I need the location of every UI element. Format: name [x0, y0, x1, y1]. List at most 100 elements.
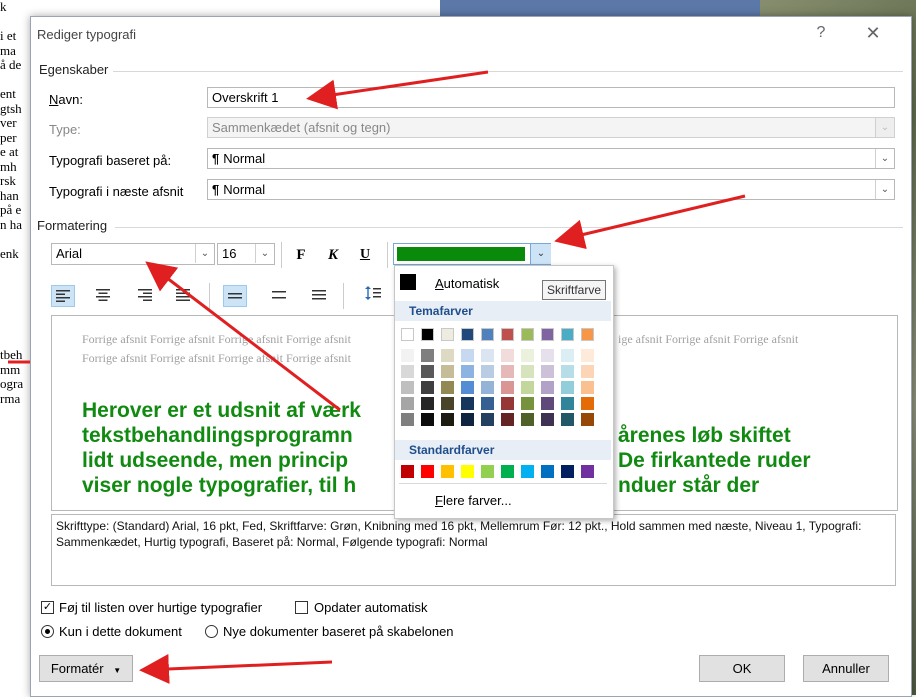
- close-button[interactable]: ✕: [863, 23, 883, 44]
- theme-color-swatch[interactable]: [401, 328, 414, 341]
- theme-shade-swatch[interactable]: [581, 349, 594, 362]
- theme-shade-swatch[interactable]: [421, 397, 434, 410]
- theme-shade-swatch[interactable]: [501, 397, 514, 410]
- italic-button[interactable]: K: [321, 244, 345, 266]
- theme-shade-swatch[interactable]: [541, 397, 554, 410]
- theme-color-swatch[interactable]: [581, 328, 594, 341]
- automatic-color-option[interactable]: Automatisk: [435, 276, 499, 291]
- theme-shade-swatch[interactable]: [521, 397, 534, 410]
- theme-shade-swatch[interactable]: [401, 381, 414, 394]
- auto-update-checkbox[interactable]: [295, 601, 308, 614]
- font-select[interactable]: Arial ⌄: [51, 243, 215, 265]
- bold-button[interactable]: F: [289, 244, 313, 266]
- theme-shade-swatch[interactable]: [581, 381, 594, 394]
- theme-shade-swatch[interactable]: [541, 349, 554, 362]
- theme-shade-swatch[interactable]: [561, 365, 574, 378]
- align-left-button[interactable]: [51, 285, 75, 307]
- standard-color-swatch[interactable]: [401, 465, 414, 478]
- theme-shade-swatch[interactable]: [421, 349, 434, 362]
- theme-shade-swatch[interactable]: [501, 365, 514, 378]
- theme-shade-swatch[interactable]: [461, 397, 474, 410]
- theme-shade-swatch[interactable]: [561, 381, 574, 394]
- theme-shade-swatch[interactable]: [501, 349, 514, 362]
- theme-shade-swatch[interactable]: [441, 397, 454, 410]
- theme-shade-swatch[interactable]: [481, 365, 494, 378]
- theme-color-swatch[interactable]: [481, 328, 494, 341]
- help-button[interactable]: ?: [811, 24, 831, 42]
- underline-button[interactable]: U: [353, 244, 377, 266]
- theme-shade-swatch[interactable]: [581, 365, 594, 378]
- standard-color-swatch[interactable]: [481, 465, 494, 478]
- font-color-picker[interactable]: ⌄: [393, 243, 551, 265]
- theme-color-swatch[interactable]: [421, 328, 434, 341]
- align-right-button[interactable]: [133, 285, 157, 307]
- theme-shade-swatch[interactable]: [401, 413, 414, 426]
- theme-shade-swatch[interactable]: [481, 349, 494, 362]
- paragraph-spacing-button[interactable]: [361, 285, 385, 307]
- one-half-spacing-button[interactable]: [267, 285, 291, 307]
- standard-color-swatch[interactable]: [421, 465, 434, 478]
- theme-shade-swatch[interactable]: [561, 397, 574, 410]
- standard-color-swatch[interactable]: [541, 465, 554, 478]
- more-colors-option[interactable]: Flere farver...: [435, 493, 512, 508]
- theme-shade-swatch[interactable]: [561, 349, 574, 362]
- double-spacing-button[interactable]: [307, 285, 331, 307]
- theme-shade-swatch[interactable]: [441, 349, 454, 362]
- theme-color-swatch[interactable]: [441, 328, 454, 341]
- theme-shade-swatch[interactable]: [581, 397, 594, 410]
- theme-shade-swatch[interactable]: [501, 381, 514, 394]
- theme-shade-swatch[interactable]: [481, 397, 494, 410]
- quick-list-checkbox[interactable]: ✓: [41, 601, 54, 614]
- theme-color-swatch[interactable]: [521, 328, 534, 341]
- theme-shade-swatch[interactable]: [441, 381, 454, 394]
- theme-shade-swatch[interactable]: [401, 365, 414, 378]
- name-field[interactable]: Overskrift 1: [207, 87, 895, 108]
- format-menu-button[interactable]: Formatér ▼: [39, 655, 133, 682]
- automatic-color-swatch[interactable]: [400, 274, 416, 290]
- standard-color-swatch[interactable]: [461, 465, 474, 478]
- theme-shade-swatch[interactable]: [441, 365, 454, 378]
- theme-color-swatch[interactable]: [561, 328, 574, 341]
- theme-shade-swatch[interactable]: [421, 413, 434, 426]
- theme-shade-swatch[interactable]: [481, 413, 494, 426]
- single-spacing-button[interactable]: [223, 285, 247, 307]
- theme-shade-swatch[interactable]: [401, 349, 414, 362]
- next-style-select[interactable]: ¶ Normal ⌄: [207, 179, 895, 200]
- theme-shade-swatch[interactable]: [521, 413, 534, 426]
- theme-shade-swatch[interactable]: [581, 413, 594, 426]
- standard-color-swatch[interactable]: [501, 465, 514, 478]
- standard-color-swatch[interactable]: [581, 465, 594, 478]
- theme-shade-swatch[interactable]: [541, 381, 554, 394]
- based-on-select[interactable]: ¶ Normal ⌄: [207, 148, 895, 169]
- ok-button[interactable]: OK: [699, 655, 785, 682]
- standard-color-swatch[interactable]: [561, 465, 574, 478]
- align-center-button[interactable]: [91, 285, 115, 307]
- theme-color-swatch[interactable]: [501, 328, 514, 341]
- theme-color-swatch[interactable]: [541, 328, 554, 341]
- this-document-radio[interactable]: [41, 625, 54, 638]
- template-radio[interactable]: [205, 625, 218, 638]
- theme-shade-swatch[interactable]: [521, 365, 534, 378]
- theme-shade-swatch[interactable]: [461, 381, 474, 394]
- theme-shade-swatch[interactable]: [461, 413, 474, 426]
- standard-color-swatch[interactable]: [441, 465, 454, 478]
- theme-shade-swatch[interactable]: [421, 381, 434, 394]
- theme-shade-swatch[interactable]: [521, 349, 534, 362]
- justify-button[interactable]: [171, 285, 195, 307]
- font-size-select[interactable]: 16 ⌄: [217, 243, 275, 265]
- theme-shade-swatch[interactable]: [461, 365, 474, 378]
- theme-shade-swatch[interactable]: [421, 365, 434, 378]
- theme-shade-swatch[interactable]: [441, 413, 454, 426]
- theme-shade-swatch[interactable]: [501, 413, 514, 426]
- type-select[interactable]: Sammenkædet (afsnit og tegn) ⌄: [207, 117, 895, 138]
- theme-shade-swatch[interactable]: [401, 397, 414, 410]
- theme-shade-swatch[interactable]: [521, 381, 534, 394]
- theme-shade-swatch[interactable]: [561, 413, 574, 426]
- theme-shade-swatch[interactable]: [541, 365, 554, 378]
- theme-shade-swatch[interactable]: [461, 349, 474, 362]
- standard-color-swatch[interactable]: [521, 465, 534, 478]
- chevron-down-icon[interactable]: ⌄: [530, 244, 551, 264]
- cancel-button[interactable]: Annuller: [803, 655, 889, 682]
- theme-color-swatch[interactable]: [461, 328, 474, 341]
- theme-shade-swatch[interactable]: [541, 413, 554, 426]
